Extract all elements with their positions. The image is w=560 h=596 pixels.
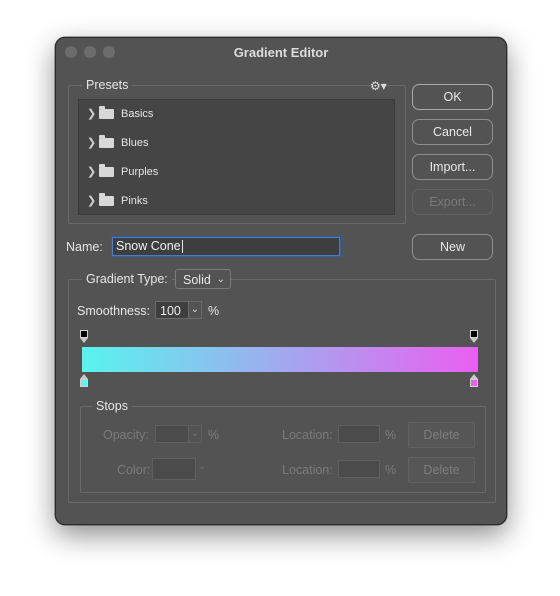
title-bar: Gradient Editor — [56, 38, 506, 66]
color-swatch[interactable] — [152, 458, 196, 480]
name-input[interactable]: Snow Cone — [112, 237, 340, 256]
opacity-input[interactable] — [155, 425, 189, 443]
color-location-unit: % — [385, 463, 397, 477]
gradient-preview-bar[interactable] — [82, 347, 478, 372]
presets-settings-button[interactable]: ⚙▾ — [370, 79, 387, 93]
gear-icon: ⚙▾ — [370, 79, 387, 93]
folder-icon — [99, 193, 114, 206]
gradient-type-dropdown[interactable]: Solid ⌄ — [175, 269, 231, 289]
opacity-location-unit: % — [385, 428, 397, 442]
chevron-right-icon[interactable]: ❯ — [87, 107, 96, 120]
preset-folder-basics[interactable]: ❯ Basics — [79, 100, 379, 129]
color-location-input[interactable] — [338, 460, 380, 478]
chevron-down-icon: ⌄ — [198, 461, 207, 472]
presets-list[interactable]: ❯ Basics ❯ Blues ❯ Purples ❯ Pinks — [78, 99, 395, 215]
chevron-down-icon: ⌄ — [190, 304, 200, 315]
smoothness-unit: % — [208, 304, 220, 318]
folder-icon — [99, 135, 114, 148]
smoothness-dropdown[interactable]: ⌄ — [188, 301, 202, 319]
presets-label: Presets — [82, 78, 133, 92]
chevron-right-icon[interactable]: ❯ — [87, 194, 96, 207]
text-caret — [181, 240, 183, 254]
opacity-unit: % — [208, 428, 220, 442]
chevron-right-icon[interactable]: ❯ — [87, 165, 96, 178]
window-title: Gradient Editor — [233, 45, 329, 60]
preset-folder-label: Pinks — [121, 195, 148, 207]
new-button[interactable]: New — [412, 234, 493, 260]
chevron-down-icon: ⌄ — [216, 274, 225, 285]
color-label: Color: — [117, 463, 151, 477]
cancel-button[interactable]: Cancel — [412, 119, 493, 145]
folder-icon — [99, 106, 114, 119]
opacity-delete-button[interactable]: Delete — [408, 422, 475, 448]
gradient-editor-window: Gradient Editor Presets ⚙▾ ❯ Basics ❯ Bl… — [55, 37, 507, 525]
export-button[interactable]: Export... — [412, 189, 493, 215]
opacity-location-input[interactable] — [338, 425, 380, 443]
smoothness-label: Smoothness: — [77, 304, 150, 318]
opacity-label: Opacity: — [103, 428, 149, 442]
opacity-stop-pointer — [80, 338, 88, 343]
color-location-label: Location: — [282, 463, 333, 477]
preset-folder-blues[interactable]: ❯ Blues — [79, 129, 379, 158]
preset-folder-label: Blues — [121, 137, 149, 149]
opacity-dropdown[interactable]: ⌄ — [188, 425, 202, 443]
name-value: Snow Cone — [116, 239, 181, 253]
preset-folder-label: Basics — [121, 108, 154, 120]
gradient-type-value: Solid — [183, 273, 211, 287]
preset-folder-pinks[interactable]: ❯ Pinks — [79, 187, 379, 214]
opacity-stop-pointer — [470, 338, 478, 343]
folder-icon — [99, 164, 114, 177]
chevron-right-icon[interactable]: ❯ — [87, 136, 96, 149]
stops-label: Stops — [92, 399, 132, 413]
color-stop-left[interactable] — [80, 379, 88, 387]
preset-folder-label: Purples — [121, 166, 159, 178]
color-stop-right[interactable] — [470, 379, 478, 387]
color-delete-button[interactable]: Delete — [408, 457, 475, 483]
chevron-down-icon: ⌄ — [190, 428, 200, 439]
preset-folder-purples[interactable]: ❯ Purples — [79, 158, 379, 187]
smoothness-input[interactable]: 100 — [155, 301, 189, 319]
name-label: Name: — [66, 240, 103, 254]
gradient-type-label: Gradient Type: — [82, 272, 172, 286]
opacity-stop-right[interactable] — [470, 330, 478, 338]
opacity-location-label: Location: — [282, 428, 333, 442]
ok-button[interactable]: OK — [412, 84, 493, 110]
import-button[interactable]: Import... — [412, 154, 493, 180]
opacity-stop-left[interactable] — [80, 330, 88, 338]
